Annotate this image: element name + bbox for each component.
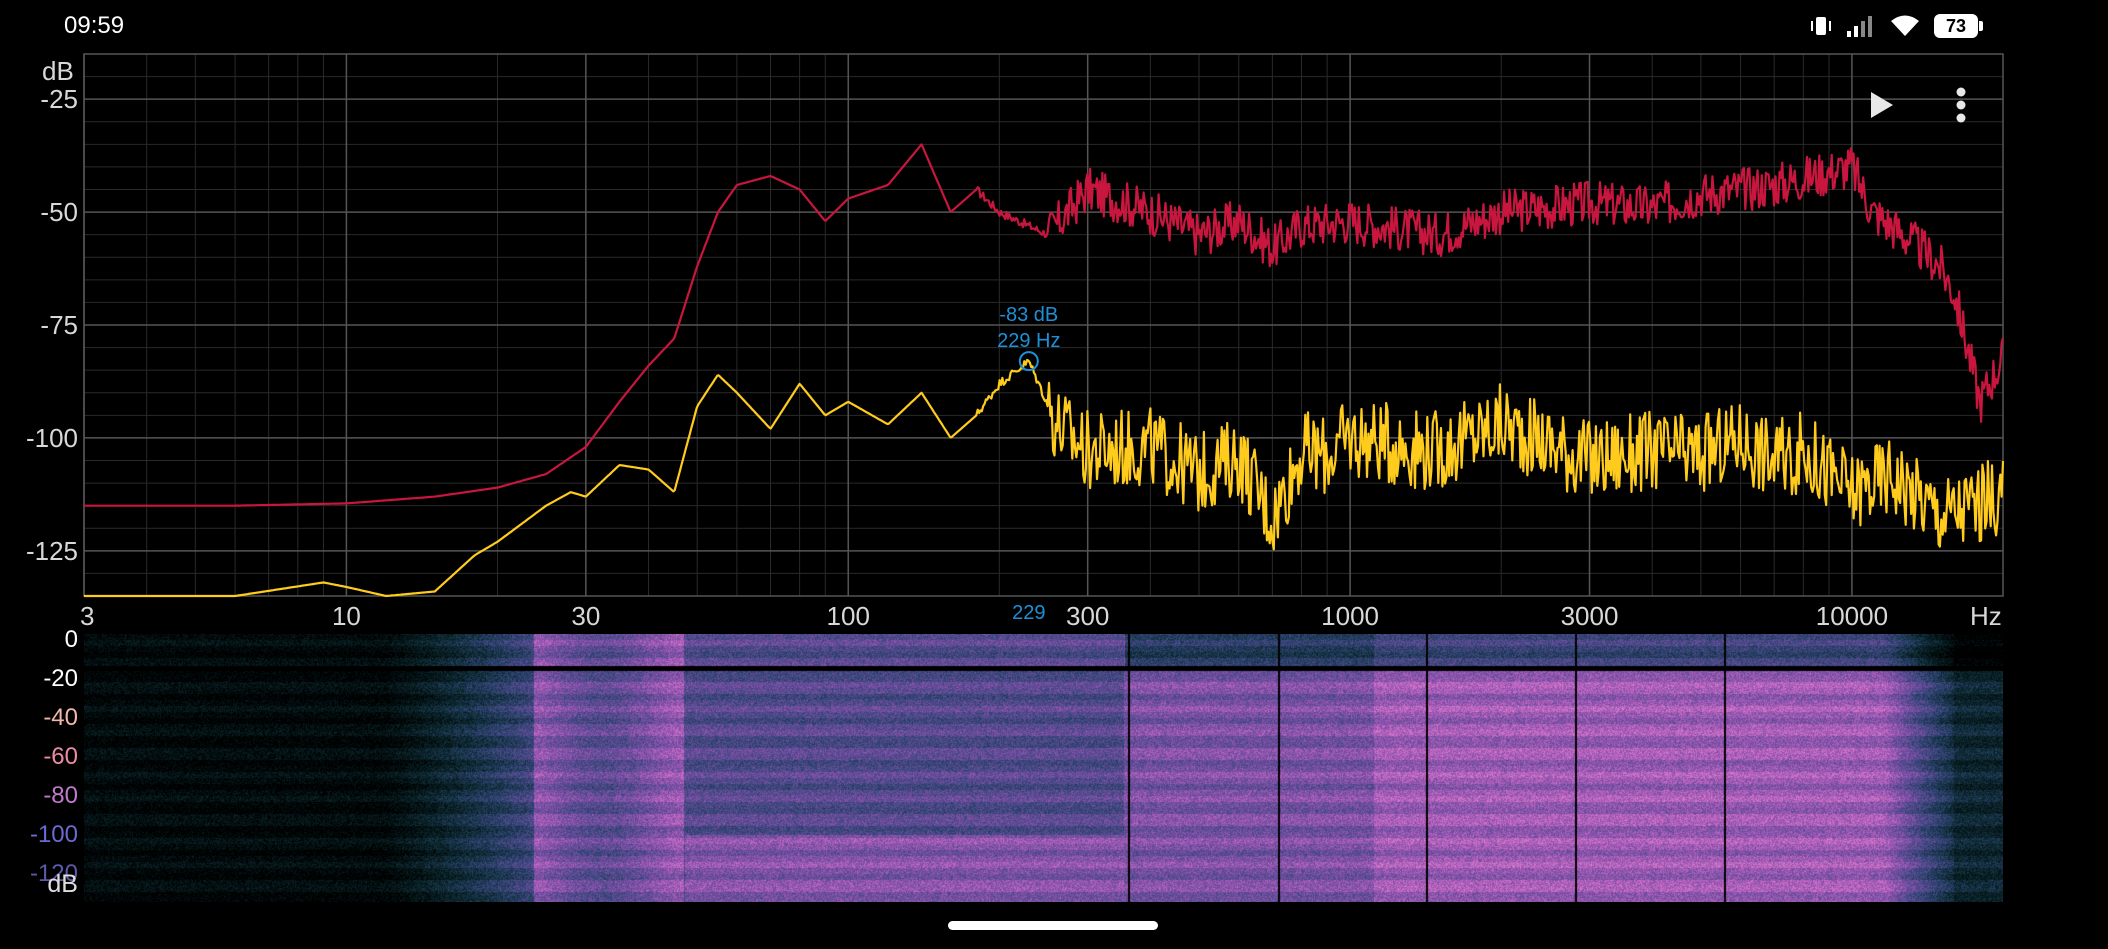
more-vert-icon bbox=[1956, 87, 1966, 123]
cursor-marker[interactable]: -83 dB 229 Hz 229 bbox=[997, 304, 1060, 624]
x-tick-label: 3 bbox=[80, 601, 94, 631]
more-options-button[interactable] bbox=[1936, 80, 1986, 130]
y-tick-label: -75 bbox=[40, 310, 78, 340]
spectrogram-db-label: -40 bbox=[43, 704, 78, 731]
spectrogram-db-label: -20 bbox=[43, 665, 78, 692]
series-line-live bbox=[84, 358, 2005, 598]
spectrum-chart[interactable]: -25 -50 -75 -100 -125 3 10 30 100 300 1000 3000 100… bbox=[0, 0, 2108, 634]
y-tick-label: -50 bbox=[40, 197, 78, 227]
x-tick-label: 10 bbox=[332, 601, 361, 631]
play-icon bbox=[1871, 92, 1893, 118]
y-axis: -25 -50 -75 -100 -125 bbox=[26, 84, 78, 566]
spectrogram-db-label: -80 bbox=[43, 782, 78, 809]
y-axis-label: dB bbox=[42, 56, 74, 86]
x-axis: 3 10 30 100 300 1000 3000 10000 bbox=[80, 601, 1888, 631]
x-tick-label: 3000 bbox=[1561, 601, 1619, 631]
x-tick-label: 1000 bbox=[1321, 601, 1379, 631]
cursor-axis-label: 229 bbox=[1012, 602, 1045, 624]
home-indicator[interactable] bbox=[948, 921, 1158, 930]
spectrogram-db-label: 0 bbox=[64, 626, 78, 653]
x-tick-label: 300 bbox=[1066, 601, 1109, 631]
x-tick-label: 100 bbox=[827, 601, 870, 631]
spectrogram-db-label: -60 bbox=[43, 743, 78, 770]
y-tick-label: -25 bbox=[40, 84, 78, 114]
y-tick-label: -125 bbox=[26, 536, 78, 566]
cursor-db-label: -83 dB bbox=[999, 304, 1058, 326]
spectrogram-unit: dB bbox=[47, 870, 78, 898]
spectrogram[interactable] bbox=[84, 634, 2003, 902]
y-tick-label: -100 bbox=[26, 423, 78, 453]
cursor-hz-label: 229 Hz bbox=[997, 330, 1060, 352]
x-axis-label: Hz bbox=[1970, 601, 2002, 631]
x-tick-label: 30 bbox=[571, 601, 600, 631]
spectrogram-db-label: -100 bbox=[29, 821, 78, 848]
x-tick-label: 10000 bbox=[1816, 601, 1888, 631]
play-button[interactable] bbox=[1856, 80, 1906, 130]
